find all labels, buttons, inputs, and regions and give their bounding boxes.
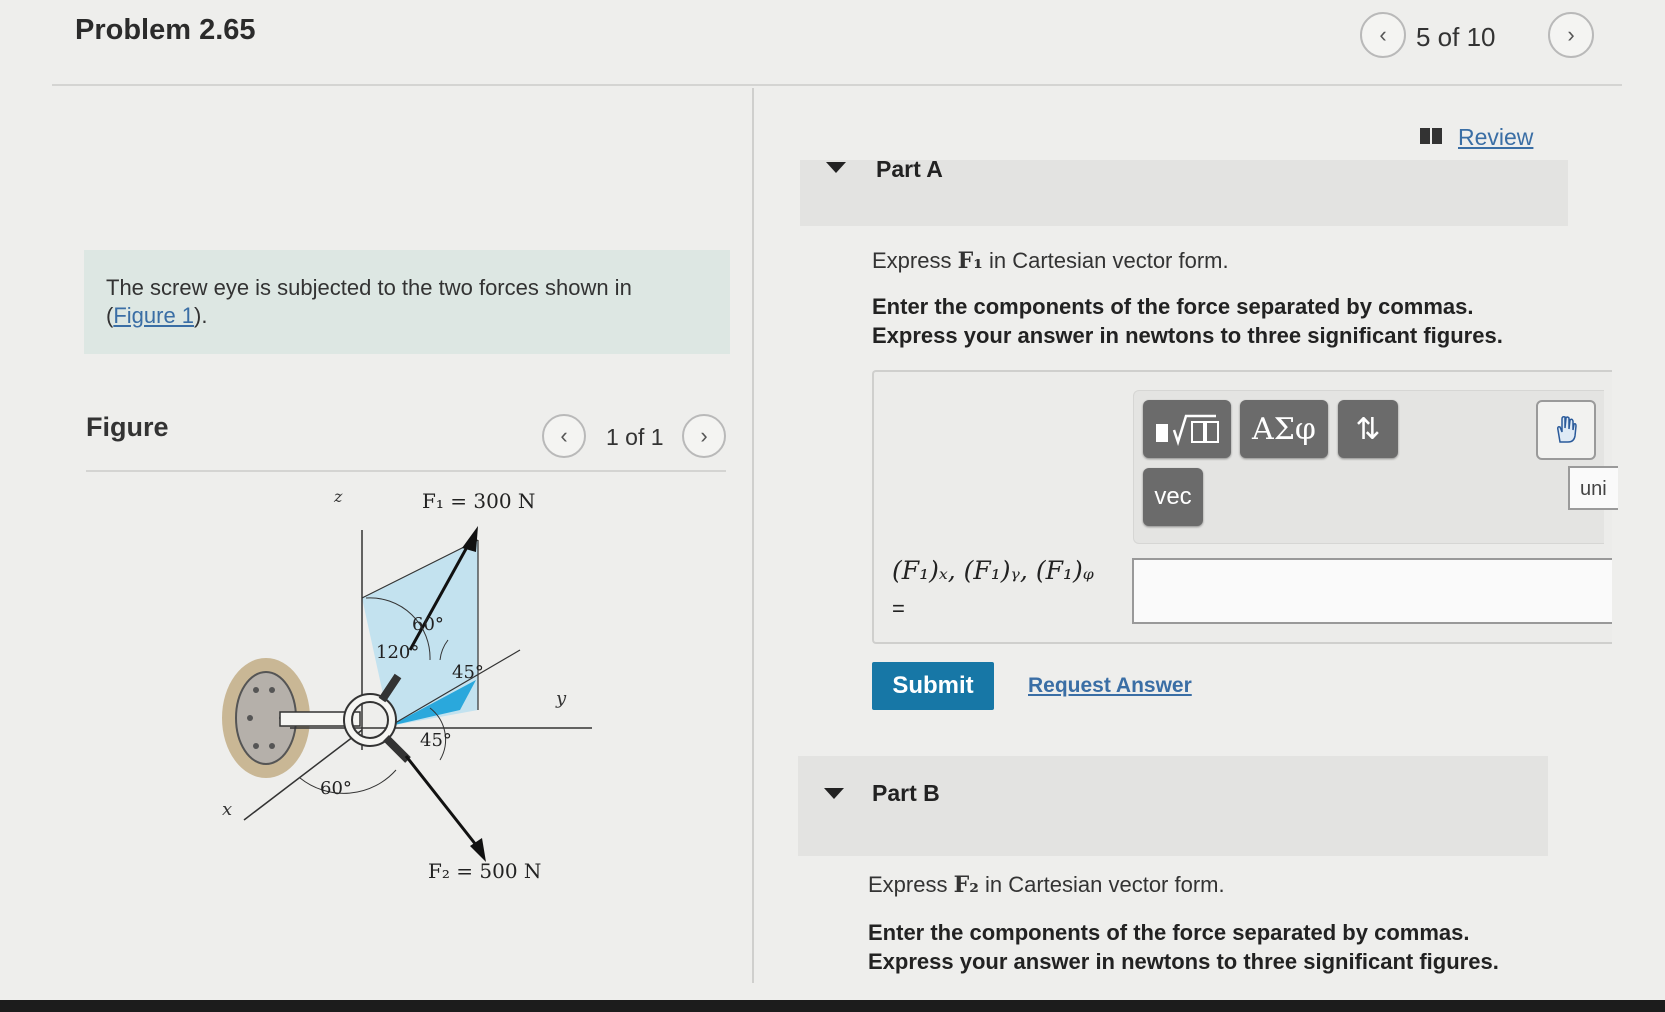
- screw-eye-diagram: z y x F₁ = 300 N F₂ = 500 N 60° 120° 45°…: [222, 490, 592, 883]
- prompt-post: in Cartesian vector form.: [982, 248, 1229, 273]
- angle-120-label: 120°: [376, 642, 419, 663]
- f2-stub: [383, 735, 411, 763]
- hand-tool-button[interactable]: [1536, 400, 1596, 460]
- header-divider: [52, 84, 1622, 86]
- part-b-instructions: Enter the components of the force separa…: [868, 918, 1499, 976]
- problem-intro: The screw eye is subjected to the two fo…: [84, 250, 730, 354]
- instruction-line: Enter the components of the force separa…: [872, 294, 1474, 319]
- bolt-icon: [253, 743, 259, 749]
- bolt-icon: [269, 687, 275, 693]
- chevron-right-icon: ›: [700, 423, 708, 448]
- figure-prev-button[interactable]: ‹: [542, 414, 586, 458]
- collapse-caret-icon: [824, 788, 844, 799]
- greek-symbols-button[interactable]: ΑΣφ: [1240, 400, 1328, 458]
- f1-label: F₁ = 300 N: [422, 490, 535, 513]
- answer-label: (F₁)ₓ, (F₁)ᵧ, (F₁)ᵩ: [892, 556, 1094, 585]
- force-symbol: F₂: [953, 872, 979, 898]
- prompt-pre: Express: [868, 872, 954, 897]
- review-link[interactable]: Review: [1458, 124, 1533, 151]
- column-divider: [752, 88, 754, 983]
- angle-60-low-label: 60°: [320, 778, 352, 799]
- y-axis-label: y: [555, 688, 567, 709]
- instruction-line: Express your answer in newtons to three …: [872, 323, 1503, 348]
- x-axis-label: x: [222, 799, 232, 820]
- prompt-pre: Express: [872, 248, 958, 273]
- chevron-right-icon: ›: [1567, 22, 1575, 47]
- intro-paren-close: ).: [194, 303, 208, 328]
- bolt-icon: [253, 687, 259, 693]
- part-a-header[interactable]: Part A: [800, 156, 1568, 226]
- request-answer-link[interactable]: Request Answer: [1028, 674, 1192, 698]
- next-problem-button[interactable]: ›: [1548, 12, 1594, 58]
- math-templates-icon: [1156, 414, 1219, 446]
- bolt-icon: [269, 743, 275, 749]
- screen-bezel: [0, 1000, 1665, 1012]
- figure-next-button[interactable]: ›: [682, 414, 726, 458]
- f2-label: F₂ = 500 N: [428, 859, 541, 883]
- collapse-caret-icon: [826, 162, 846, 173]
- f2-vector: [404, 755, 482, 851]
- chevron-left-icon: ‹: [1379, 22, 1387, 47]
- angle-45-right-label: 45°: [452, 662, 484, 683]
- figure-link[interactable]: Figure 1: [113, 303, 194, 328]
- part-b-title: Part B: [872, 780, 940, 806]
- part-a-title: Part A: [876, 156, 943, 182]
- z-axis-label: z: [333, 490, 343, 506]
- units-button[interactable]: uni: [1568, 466, 1618, 510]
- templates-button[interactable]: [1143, 400, 1231, 458]
- instruction-line: Express your answer in newtons to three …: [868, 949, 1499, 974]
- f1-arrowhead: [462, 526, 478, 552]
- chevron-left-icon: ‹: [560, 423, 568, 448]
- previous-problem-button[interactable]: ‹: [1360, 12, 1406, 58]
- part-b-header[interactable]: Part B: [798, 756, 1548, 856]
- answer-equals: =: [892, 596, 905, 621]
- angle-45-low-label: 45°: [420, 730, 452, 751]
- prompt-post: in Cartesian vector form.: [978, 872, 1225, 897]
- answer-input[interactable]: [1132, 558, 1612, 624]
- arrows-button[interactable]: ⇅: [1338, 400, 1398, 458]
- figure-pager-text: 1 of 1: [606, 424, 664, 450]
- figure-heading: Figure: [86, 412, 169, 442]
- submit-button[interactable]: Submit: [872, 662, 994, 710]
- hand-pointer-icon: [1557, 416, 1577, 443]
- part-b-prompt: Express F₂ in Cartesian vector form.: [868, 872, 1225, 898]
- book-icon: [1420, 128, 1442, 144]
- angle-60-top-label: 60°: [412, 614, 444, 635]
- problem-pager-text: 5 of 10: [1416, 22, 1496, 52]
- part-a-instructions: Enter the components of the force separa…: [872, 292, 1503, 350]
- intro-text: The screw eye is subjected to the two fo…: [106, 275, 632, 300]
- problem-title: Problem 2.65: [75, 14, 256, 46]
- instruction-line: Enter the components of the force separa…: [868, 920, 1470, 945]
- part-a-prompt: Express F₁ in Cartesian vector form.: [872, 248, 1229, 274]
- force-symbol: F₁: [957, 248, 983, 274]
- figure-divider: [86, 470, 726, 472]
- bolt-icon: [247, 715, 253, 721]
- vec-button[interactable]: vec: [1143, 468, 1203, 526]
